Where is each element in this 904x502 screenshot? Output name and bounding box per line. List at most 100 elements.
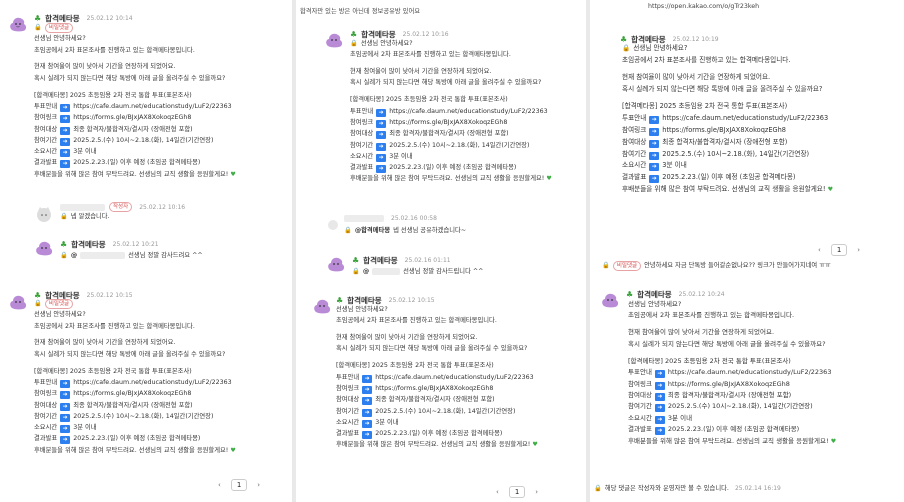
next-page-button[interactable]: › xyxy=(257,481,260,489)
leaf-icon: ♣ xyxy=(60,240,68,249)
row-link[interactable]: https://cafe.daum.net/educationstudy/LuF… xyxy=(375,374,533,381)
right-arrow-icon: ➜ xyxy=(376,119,387,128)
row-value: 3분 이내 xyxy=(389,152,413,160)
green-heart-icon: ♥ xyxy=(827,185,833,193)
row-label: 투표안내 xyxy=(336,373,360,381)
row-value: 최종 합격자/불합격자/결시자 (장애전형 포함) xyxy=(375,396,495,404)
row-label: 참여기간 xyxy=(350,141,374,149)
author-name[interactable]: 합격메타몽 xyxy=(363,255,398,266)
right-arrow-icon: ➜ xyxy=(376,165,387,174)
prev-page-button[interactable]: ‹ xyxy=(496,488,499,496)
comment-time: 25.02.16 00:58 xyxy=(391,215,437,222)
ditto-avatar-icon xyxy=(314,299,331,314)
row-link[interactable]: https://cafe.daum.net/educationstudy/LuF… xyxy=(389,108,547,115)
closing-text: 후배분들을 위해 많은 참여 부탁드려요. 선생님의 교직 생활을 응원할게요! xyxy=(34,170,229,178)
lock-icon: 🔒 xyxy=(60,252,68,259)
right-arrow-icon: ➜ xyxy=(60,137,71,146)
right-arrow-icon: ➜ xyxy=(60,436,71,445)
survey-title: [합격메타몽] 2025 초등임용 2차 전국 통합 투표(표본조사) xyxy=(336,362,494,370)
row-link[interactable]: https://forms.gle/BJxJAX8XokoqzEGh8 xyxy=(389,119,507,126)
right-arrow-icon: ➜ xyxy=(362,408,373,417)
lock-icon: 🔒 xyxy=(344,227,352,234)
intro-text: 초임공에서 2차 표본조사를 진행하고 있는 합격메타몽입니다. xyxy=(350,51,511,59)
row-link[interactable]: https://forms.gle/BJxJAX8XokoqzEGh8 xyxy=(73,390,191,397)
reply-text: 넵 선생님 공유하겠습니다~ xyxy=(393,227,467,234)
row-label: 소요시간 xyxy=(350,152,374,160)
row-link[interactable]: https://cafe.daum.net/educationstudy/LuF… xyxy=(73,379,231,386)
comment-time: 25.02.14 16:19 xyxy=(734,485,781,492)
closing-text: 후배분들을 위해 많은 참여 부탁드려요. 선생님의 교직 생활을 응원할게요! xyxy=(336,441,531,449)
row-link[interactable]: https://cafe.daum.net/educationstudy/LuF… xyxy=(662,114,828,122)
row-link[interactable]: https://forms.gle/BJxJAX8XokoqzEGh8 xyxy=(73,114,191,121)
secret-badge: 비밀댓글 xyxy=(44,298,74,309)
row-label: 결과발표 xyxy=(336,430,360,438)
row-value: 3분 이내 xyxy=(375,418,399,426)
intro-text: 초임공에서 2차 표본조사를 진행하고 있는 합격메타몽입니다. xyxy=(34,46,195,54)
row-label: 결과발표 xyxy=(628,425,652,434)
greeting-text: 선생님 안녕하세요? xyxy=(628,300,682,308)
comment-item: ♣ 합격메타몽 25.02.12 10:15 선생님 안녕하세요? 초임공에서 … xyxy=(296,292,586,472)
closing-text: 후배분들을 위해 많은 참여 부탁드려요. 선생님의 교직 생활을 응원할게요! xyxy=(34,446,229,454)
line1-text: 현재 참여율이 많이 낮아서 기간을 연장하게 되었어요. xyxy=(336,334,478,342)
kakao-link[interactable]: https://open.kakao.com/o/gTr23keh xyxy=(648,3,759,10)
row-link[interactable]: https://cafe.daum.net/educationstudy/LuF… xyxy=(668,368,832,376)
mention[interactable]: @ xyxy=(71,250,77,261)
current-page[interactable]: 1 xyxy=(230,479,248,491)
comment-item: ♣ 합격메타몽 25.02.12 10:15 🔒 비밀댓글 선생님 안녕하세요? … xyxy=(0,286,292,466)
row-link[interactable]: https://forms.gle/BJxJAX8XokoqzEGh8 xyxy=(375,385,493,392)
mention[interactable]: @합격메타몽 xyxy=(355,225,390,236)
cat-avatar-icon xyxy=(37,207,51,222)
author-name[interactable]: 합격메타몽 xyxy=(71,239,106,250)
leaf-icon: ♣ xyxy=(626,290,634,299)
lock-icon: 🔒 xyxy=(60,213,68,220)
right-arrow-icon: ➜ xyxy=(654,370,665,379)
mention[interactable]: @ xyxy=(363,266,369,277)
hidden-comment-text: 해당 댓글은 작성자와 운영자만 볼 수 있습니다. xyxy=(604,485,729,492)
lock-icon: 🔒 xyxy=(622,44,631,52)
comment-item: ♣ 합격메타몽 25.02.12 10:19 🔒 선생님 안녕하세요? 초임공에서… xyxy=(590,26,904,236)
next-page-button[interactable]: › xyxy=(535,488,538,496)
next-page-button[interactable]: › xyxy=(857,246,860,254)
line1-text: 현재 참여율이 많이 낮아서 기간을 연장하게 되었어요. xyxy=(350,68,492,76)
comment-text: 선생님 정말 감사드려요 ^^ xyxy=(128,252,203,259)
prev-page-button[interactable]: ‹ xyxy=(818,246,821,254)
row-value: 2025.2.5.(수) 10시~2.18.(화), 14일간(기간연장) xyxy=(73,136,214,144)
right-arrow-icon: ➜ xyxy=(362,385,373,394)
right-arrow-icon: ➜ xyxy=(376,153,387,162)
line2-text: 혹시 실례가 되지 않는다면 해당 톡방에 아래 글을 올려주실 수 있을까요? xyxy=(34,74,226,82)
row-label: 결과발표 xyxy=(350,164,374,172)
row-link[interactable]: https://forms.gle/BJxJAX8XokoqzEGh8 xyxy=(662,126,786,134)
right-arrow-icon: ➜ xyxy=(649,139,660,148)
survey-title: [합격메타몽] 2025 초등임용 2차 전국 통합 투표(표본조사) xyxy=(350,96,508,104)
row-label: 투표안내 xyxy=(34,378,58,386)
right-arrow-icon: ➜ xyxy=(60,160,71,169)
line2-text: 혹시 실례가 되지 않는다면 해당 톡방에 아래 글을 올려주실 수 있을까요? xyxy=(622,84,823,93)
reply-text: 넵 알겠습니다. xyxy=(70,213,110,220)
right-arrow-icon: ➜ xyxy=(60,115,71,124)
redacted-mention xyxy=(80,252,126,260)
right-arrow-icon: ➜ xyxy=(649,116,660,125)
comment-time: 25.02.12 10:24 xyxy=(678,291,725,298)
row-label: 참여기간 xyxy=(622,149,647,158)
greeting-text: 선생님 안녕하세요? xyxy=(360,40,413,47)
row-link[interactable]: https://cafe.daum.net/educationstudy/LuF… xyxy=(73,103,231,110)
line1-text: 현재 참여율이 많이 낮아서 기간을 연장하게 되었어요. xyxy=(34,63,176,71)
closing-text: 후배분들을 위해 많은 참여 부탁드려요. 선생님의 교직 생활을 응원할게요! xyxy=(628,436,829,445)
row-value: 2025.2.5.(수) 10시~2.18.(화), 14일간(기간연장) xyxy=(375,407,516,415)
current-page[interactable]: 1 xyxy=(830,244,848,256)
green-heart-icon: ♥ xyxy=(546,175,552,183)
row-value: 2025.2.5.(수) 10시~2.18.(화), 14일간(기간연장) xyxy=(73,412,214,420)
comment-time: 25.02.12 10:15 xyxy=(388,297,435,304)
row-label: 소요시간 xyxy=(34,148,58,156)
prev-page-button[interactable]: ‹ xyxy=(218,481,221,489)
comment-panel-right: https://open.kakao.com/o/gTr23keh ♣ 합격메타… xyxy=(590,0,904,502)
current-page[interactable]: 1 xyxy=(508,486,526,498)
row-link[interactable]: https://forms.gle/BJxJAX8XokoqzEGh8 xyxy=(668,380,790,388)
ditto-avatar-icon xyxy=(326,33,343,48)
row-value: 2025.2.23.(일) 이후 예정 (초임공 합격메타몽) xyxy=(389,164,517,172)
row-value: 2025.2.23.(일) 이후 예정 (초임공 합격메타몽) xyxy=(73,159,201,167)
comment-panel-middle: 합격자만 있는 방은 아닌데 정보공유방 있어요 ♣ 합격메타몽 25.02.1… xyxy=(296,0,586,502)
right-arrow-icon: ➜ xyxy=(60,402,71,411)
intro-text: 초임공에서 2차 표본조사를 진행하고 있는 합격메타몽입니다. xyxy=(34,322,195,330)
row-value: 최종 합격자/불합격자/결시자 (장애전형 포함) xyxy=(73,125,193,133)
